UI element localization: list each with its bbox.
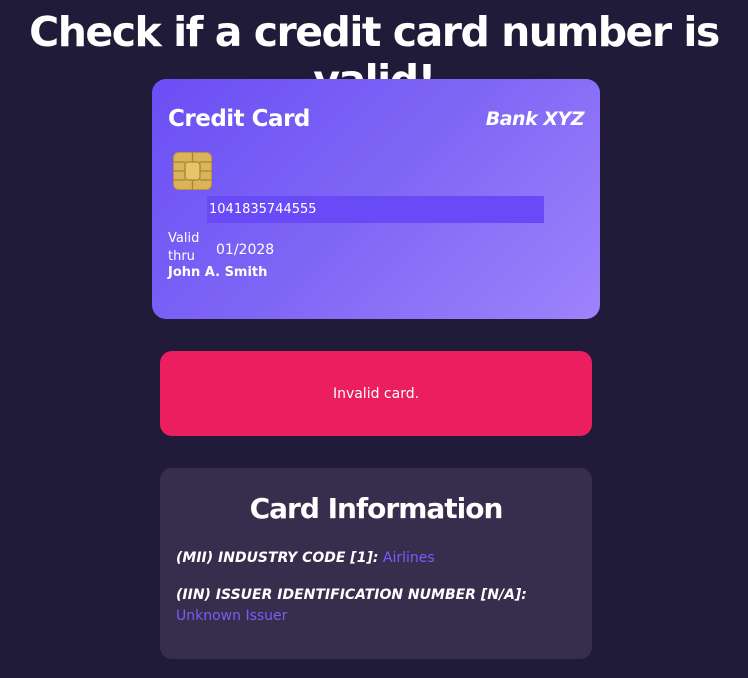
- mii-value: Airlines: [382, 550, 435, 566]
- card-number-input[interactable]: [207, 196, 544, 223]
- iin-label: (IIN) ISSUER IDENTIFICATION NUMBER [N/A]…: [176, 587, 527, 603]
- valid-thru-label: Valid thru: [168, 231, 200, 264]
- mii-label: (MII) INDUSTRY CODE [1]:: [176, 550, 379, 566]
- validation-status-text: Invalid card.: [332, 385, 420, 402]
- card-information-panel: Card Information (MII) INDUSTRY CODE [1]…: [160, 468, 592, 659]
- expiry-date: 01/2028: [216, 242, 275, 258]
- card-holder-name: John A. Smith: [168, 265, 268, 280]
- card-title: Credit Card: [168, 106, 310, 132]
- mii-row: (MII) INDUSTRY CODE [1]: Airlines: [176, 548, 576, 569]
- credit-card-preview: Credit Card Bank XYZ Valid thru 01/2028 …: [152, 79, 600, 319]
- iin-value: Unknown Issuer: [176, 608, 288, 624]
- iin-row: (IIN) ISSUER IDENTIFICATION NUMBER [N/A]…: [176, 585, 576, 627]
- card-information-title: Card Information: [249, 492, 504, 525]
- validation-status-banner: Invalid card.: [160, 351, 592, 436]
- card-chip-icon: [173, 152, 212, 190]
- bank-name: Bank XYZ: [485, 108, 585, 130]
